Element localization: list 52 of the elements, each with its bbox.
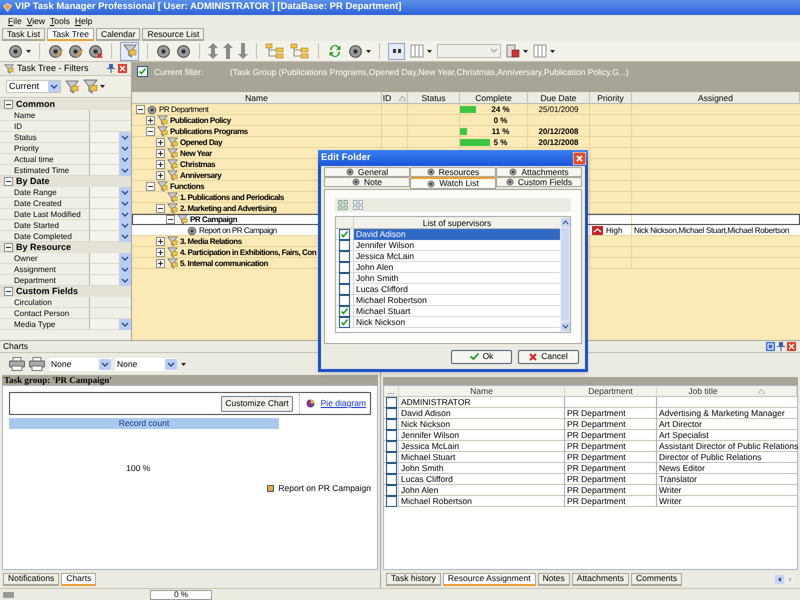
percent-text: 24 %: [490, 104, 510, 115]
table-cell: Michael Robertson: [401, 496, 472, 506]
group-label: Custom Fields: [16, 287, 78, 296]
table-cell: Assistant Director of Public Relations: [659, 441, 798, 451]
table-cell: PR Department: [567, 430, 626, 440]
group-label: Common: [16, 100, 55, 109]
table-cell: David Adison: [401, 408, 451, 418]
table-cell: Director of Public Relations: [659, 452, 762, 462]
table-cell: Jennifer Wilson: [401, 430, 460, 440]
table-cell: ADMINISTRATOR: [401, 397, 471, 407]
percent-text: 11 %: [490, 126, 510, 137]
table-cell: Translator: [659, 474, 697, 484]
assigned-text: Nick Nickson,Michael Stuart,Michael Robertson: [634, 225, 790, 236]
filter-label: Current filter:: [154, 66, 204, 79]
table-cell: PR Department: [567, 463, 626, 473]
table-cell: John Smith: [401, 463, 444, 473]
due-date: 20/12/2008: [538, 126, 579, 137]
table-cell: PR Department: [567, 485, 626, 495]
table-cell: Writer: [659, 496, 682, 506]
legend-label: Report on PR Campaign: [278, 482, 371, 495]
group-label: By Resource: [16, 243, 72, 252]
group-label: By Date: [16, 177, 50, 186]
table-cell: John Alen: [401, 485, 438, 495]
table-cell: PR Department: [567, 441, 626, 451]
panel-title: Charts: [3, 340, 28, 353]
percent-text: 0 %: [492, 115, 508, 126]
table-cell: Writer: [659, 485, 682, 495]
percent-text: 5 %: [492, 137, 508, 148]
filter-text: (Task Group (Publications Programs,Opened Day,New Year,Christmas,Anniversary,Publication Policy,G...): [230, 66, 629, 79]
group-title: Task group: 'PR Campaign': [4, 376, 112, 384]
table-cell: PR Department: [567, 408, 626, 418]
due-date: 25/01/2009: [538, 104, 579, 115]
window-title: VIP Task Manager Professional [ User: ADMINISTRATOR ] [DataBase: PR Department]: [15, 0, 402, 14]
table-cell: Jessica McLain: [401, 441, 460, 451]
table-cell: PR Department: [567, 496, 626, 506]
table-cell: Lucas Clifford: [401, 474, 453, 484]
dialog-title: Edit Folder: [321, 150, 371, 165]
progress-text: 0 %: [174, 590, 188, 598]
table-cell: Art Specialist: [659, 430, 709, 440]
value-label: 100 %: [126, 462, 150, 475]
table-cell: Michael Stuart: [401, 452, 456, 462]
table-cell: News Editor: [659, 463, 705, 473]
table-cell: Nick Nickson: [401, 419, 450, 429]
table-cell: PR Department: [567, 474, 626, 484]
table-cell: PR Department: [567, 452, 626, 462]
table-cell: Art Director: [659, 419, 702, 429]
panel-title: Task Tree - Filters: [17, 62, 90, 75]
table-cell: PR Department: [567, 419, 626, 429]
due-date: 20/12/2008: [538, 137, 579, 148]
priority-text: High: [606, 225, 622, 236]
chart-title: Record count: [118, 417, 170, 430]
table-cell: Advertising & Marketing Manager: [659, 408, 785, 418]
